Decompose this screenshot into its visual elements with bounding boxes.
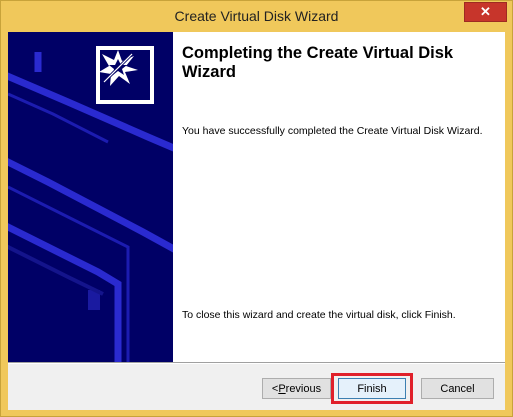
previous-button[interactable]: < Previous [262, 378, 331, 399]
wizard-content: Completing the Create Virtual Disk Wizar… [173, 32, 505, 362]
footer-divider [8, 362, 505, 364]
completion-message: You have successfully completed the Crea… [182, 125, 483, 137]
previous-button-label: revious [285, 382, 322, 395]
wizard-logo [96, 46, 154, 104]
finish-instruction: To close this wizard and create the virt… [182, 309, 456, 321]
finish-button-label: Finish [357, 382, 387, 395]
finish-button[interactable]: Finish [338, 378, 406, 399]
page-title: Completing the Create Virtual Disk Wizar… [182, 44, 454, 81]
wizard-side-panel [8, 32, 173, 362]
wizard-burst-icon [99, 50, 138, 86]
close-icon: ✕ [480, 4, 491, 19]
title-bar[interactable]: Create Virtual Disk Wizard ✕ [1, 1, 512, 31]
close-button[interactable]: ✕ [464, 2, 507, 22]
cancel-button-label: Cancel [440, 382, 475, 395]
window-title: Create Virtual Disk Wizard [174, 8, 339, 24]
wizard-client-area: Completing the Create Virtual Disk Wizar… [8, 32, 505, 410]
wizard-window: Create Virtual Disk Wizard ✕ Completing … [0, 0, 513, 417]
previous-button-mnemonic: P [278, 382, 286, 395]
cancel-button[interactable]: Cancel [421, 378, 494, 399]
